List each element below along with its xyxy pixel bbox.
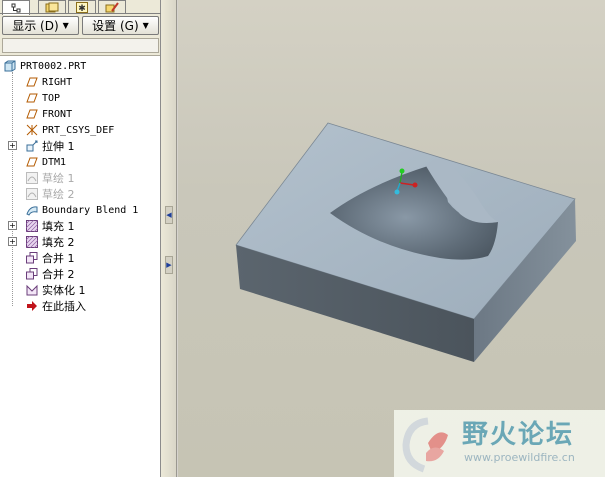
csys-x-axis-icon [412,182,418,188]
part-icon [4,60,16,72]
favorites-icon: ✱ [76,2,88,13]
graphics-viewport[interactable] [178,0,605,477]
datum-plane-icon [26,77,38,87]
tree-item-boundary-blend-1[interactable]: Boundary Blend 1 [0,202,160,218]
tree-item-label: 拉伸 1 [42,140,75,153]
tree-item-extrude-1[interactable]: + 拉伸 1 [0,138,160,154]
tree-item-label: 合并 1 [42,252,75,265]
extrude-icon [26,140,38,152]
show-menu-button[interactable]: 显示 (D) ▼ [2,16,79,35]
app-window: ✱ 显示 (D) ▼ 设置 (G) ▼ PRT0002.PRT RIGHT TO… [0,0,605,477]
favorites-tab[interactable]: ✱ [68,0,96,14]
tree-item-fill-2[interactable]: + 填充 2 [0,234,160,250]
navigator-panel: ✱ 显示 (D) ▼ 设置 (G) ▼ PRT0002.PRT RIGHT TO… [0,0,161,477]
tree-item-top[interactable]: TOP [0,90,160,106]
csys-icon [26,124,38,136]
tree-item-right[interactable]: RIGHT [0,74,160,90]
tree-item-label: RIGHT [42,76,73,88]
datum-plane-icon [26,157,38,167]
tools-tab[interactable] [98,0,126,14]
panel-splitter[interactable]: ◀ ▶ [161,0,177,477]
folder-browser-tab[interactable] [38,0,66,14]
tree-item-label: 填充 1 [42,220,75,233]
merge-icon [26,268,38,280]
watermark-url: www.proewildfire.cn [464,451,575,464]
tree-item-merge-2[interactable]: 合并 2 [0,266,160,282]
tree-item-dtm1[interactable]: DTM1 [0,154,160,170]
tree-item-label: FRONT [42,108,73,120]
datum-plane-icon [26,109,38,119]
tree-root-label: PRT0002.PRT [20,60,87,72]
dropdown-arrow-icon: ▼ [142,21,149,30]
collapse-left-arrow-icon[interactable]: ◀ [165,206,173,224]
expand-toggle-icon[interactable]: + [8,141,17,150]
svg-text:✱: ✱ [78,4,86,13]
tree-item-solidify-1[interactable]: 实体化 1 [0,282,160,298]
tools-icon [105,2,119,13]
show-menu-label: 显示 (D) [12,19,59,33]
tree-item-label: DTM1 [42,156,67,168]
tree-item-label: 实体化 1 [42,284,86,297]
tree-item-merge-1[interactable]: 合并 1 [0,250,160,266]
tree-item-label: 合并 2 [42,268,75,281]
tree-item-csys[interactable]: PRT_CSYS_DEF [0,122,160,138]
tree-item-sketch-2[interactable]: 草绘 2 [0,186,160,202]
expand-toggle-icon[interactable]: + [8,221,17,230]
tree-item-fill-1[interactable]: + 填充 1 [0,218,160,234]
csys-z-axis-icon [394,189,400,195]
settings-menu-label: 设置 (G) [92,19,139,33]
tree-item-label: Boundary Blend 1 [42,204,139,216]
tree-item-label: 在此插入 [42,300,86,313]
insert-here-arrow-icon [27,301,37,311]
tree-item-label: TOP [42,92,61,104]
tree-item-label: PRT_CSYS_DEF [42,124,115,136]
tree-root-item[interactable]: PRT0002.PRT [0,58,160,74]
solidify-icon [26,284,38,296]
csys-y-axis-icon [399,168,405,174]
tree-item-label: 填充 2 [42,236,75,249]
tree-item-label: 草绘 2 [42,188,75,201]
boundary-blend-icon [26,206,38,216]
navigator-tabs: ✱ [0,0,161,15]
settings-menu-button[interactable]: 设置 (G) ▼ [82,16,159,35]
expand-toggle-icon[interactable]: + [8,237,17,246]
watermark-title: 野火论坛 [462,420,575,450]
dropdown-arrow-icon: ▼ [62,21,69,30]
tree-column-header [2,38,159,53]
sketch-icon [26,172,38,184]
forum-watermark: 野火论坛 www.proewildfire.cn [394,410,605,477]
wildfire-logo-icon [402,417,448,473]
sketch-icon [26,188,38,200]
tree-item-label: 草绘 1 [42,172,75,185]
fill-icon [26,220,38,232]
merge-icon [26,252,38,264]
expand-right-arrow-icon[interactable]: ▶ [165,256,173,274]
model-tree: PRT0002.PRT RIGHT TOP FRONT PRT_CSYS_DEF [0,55,160,477]
folder-icon [45,2,59,13]
fill-icon [26,236,38,248]
tree-item-sketch-1[interactable]: 草绘 1 [0,170,160,186]
tree-item-front[interactable]: FRONT [0,106,160,122]
model-tree-icon [11,3,21,13]
tree-item-insert-here[interactable]: 在此插入 [0,298,160,314]
datum-plane-icon [26,93,38,103]
model-3d-view [235,122,576,362]
